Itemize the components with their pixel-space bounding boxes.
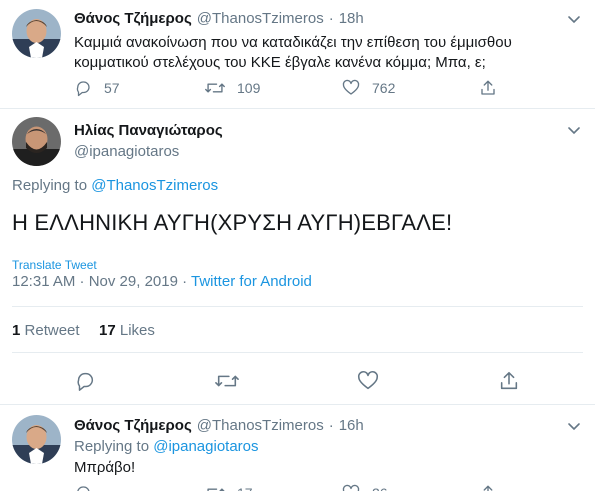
retweet-button[interactable]: 109 [205, 79, 260, 97]
share-icon [500, 371, 518, 390]
author-name[interactable]: Θάνος Τζήμερος [74, 417, 192, 434]
reply-count: 57 [104, 80, 120, 96]
like-count: 762 [372, 80, 396, 96]
like-button[interactable]: 26 [342, 484, 388, 491]
share-icon [483, 485, 493, 491]
avatar[interactable] [12, 9, 61, 58]
like-button[interactable] [357, 370, 379, 392]
divider [0, 108, 595, 109]
retweet-icon [205, 83, 225, 93]
reply-button[interactable]: 57 [74, 79, 120, 97]
share-button[interactable] [479, 484, 497, 491]
retweet-button[interactable] [215, 370, 239, 392]
author-name[interactable]: Θάνος Τζήμερος [74, 10, 192, 27]
retweet-count: 17 [237, 485, 253, 491]
separator-dot: · [328, 10, 334, 27]
reply-icon [77, 372, 94, 391]
share-button[interactable] [498, 370, 520, 392]
retweet-stat-label: Retweet [24, 322, 80, 339]
reply-icon [76, 81, 90, 97]
tweet-text: Καμμιά ανακοίνωση που να καταδικάζει την… [74, 33, 584, 73]
chevron-down-icon[interactable] [566, 122, 582, 138]
likes-stat-count: 17 [99, 322, 116, 339]
chevron-down-icon[interactable] [566, 418, 582, 434]
author-handle[interactable]: @ThanosTzimeros [197, 417, 324, 434]
replying-to-link[interactable]: @ipanagiotaros [153, 438, 258, 455]
likes-stat[interactable]: 17 Likes [99, 322, 155, 339]
avatar[interactable] [12, 117, 61, 166]
replying-to: Replying to @ThanosTzimeros [12, 177, 218, 194]
reply-button[interactable] [74, 370, 96, 392]
retweet-icon [215, 375, 239, 387]
reply-button[interactable] [74, 484, 92, 491]
replying-prefix: Replying to [12, 177, 88, 194]
author-handle[interactable]: @ThanosTzimeros [197, 10, 324, 27]
tweet-text-line: κομματικού στελέχους του ΚΚΕ έβγαλε κανέ… [74, 54, 486, 71]
tweet-text: Μπράβο! [74, 459, 136, 476]
tweet-text-line: Καμμιά ανακοίνωση που να καταδικάζει την… [74, 34, 512, 51]
tweet-time[interactable]: 16h [339, 417, 364, 434]
divider [0, 404, 595, 405]
divider [12, 306, 583, 307]
like-count: 26 [372, 485, 388, 491]
likes-stat-label: Likes [119, 322, 155, 339]
tweet-time[interactable]: 18h [339, 10, 364, 27]
translate-tweet-link[interactable]: Translate Tweet [12, 258, 97, 272]
retweet-stat[interactable]: 1 Retweet [12, 322, 80, 339]
tweet-metadata: 12:31 AM · Nov 29, 2019 · Twitter for An… [12, 273, 312, 290]
like-icon [342, 79, 360, 95]
retweet-button[interactable]: 17 [205, 484, 253, 491]
reply-icon [77, 486, 90, 491]
replying-to: Replying to @ipanagiotaros [74, 438, 259, 455]
like-button[interactable]: 762 [342, 79, 395, 97]
tweet-text: Η ΕΛΛΗΝΙΚΗ ΑΥΓΗ(ΧΡΥΣΗ ΑΥΓΗ)ΕΒΓΑΛΕ! [12, 210, 453, 235]
replying-to-link[interactable]: @ThanosTzimeros [91, 177, 218, 194]
author-name[interactable]: Ηλίας Παναγιώταρος [74, 122, 223, 139]
author-handle[interactable]: @ipanagiotaros [74, 143, 179, 160]
retweet-stat-count: 1 [12, 322, 21, 339]
separator-dot: · [328, 417, 334, 434]
retweet-icon [207, 488, 225, 491]
like-icon [342, 484, 360, 491]
chevron-down-icon[interactable] [566, 11, 582, 27]
like-icon [358, 370, 378, 390]
replying-prefix: Replying to [74, 438, 150, 455]
retweet-count: 109 [237, 80, 261, 96]
share-button[interactable] [479, 79, 497, 97]
tweet-client-link[interactable]: Twitter for Android [191, 273, 312, 290]
avatar[interactable] [12, 415, 61, 464]
tweet-timestamp[interactable]: 12:31 AM · Nov 29, 2019 · [12, 273, 187, 290]
share-icon [481, 80, 495, 95]
divider [12, 352, 583, 353]
